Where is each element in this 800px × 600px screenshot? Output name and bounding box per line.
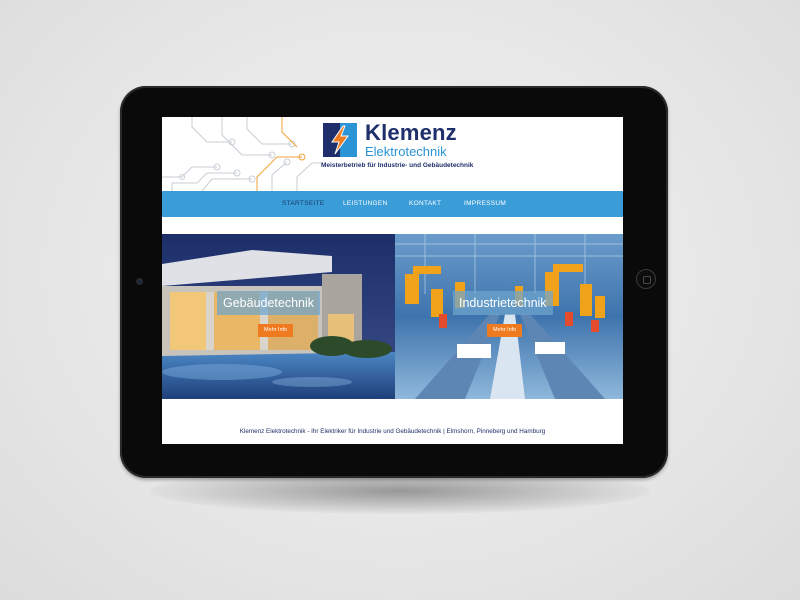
hero-panel-title: Gebäudetechnik <box>217 291 321 315</box>
site-header: Klemenz Elektrotechnik Meisterbetrieb fü… <box>162 117 623 191</box>
circuit-pattern-icon <box>162 117 322 191</box>
home-button-icon[interactable] <box>636 269 656 289</box>
hero-panel-gebaeudetechnik[interactable]: Gebäudetechnik Mehr Info <box>162 234 395 399</box>
hero-panel-industrietechnik[interactable]: Industrietechnik Mehr Info <box>395 234 623 399</box>
modern-house-photo <box>162 234 395 399</box>
robot-assembly-line-photo <box>395 234 623 399</box>
lightning-bolt-icon <box>323 123 357 157</box>
nav-item-kontakt[interactable]: KONTAKT <box>409 191 441 217</box>
brand-logo[interactable]: Klemenz Elektrotechnik Meisterbetrieb fü… <box>321 120 501 182</box>
mehr-info-button[interactable]: Mehr Info <box>258 324 294 337</box>
brand-tagline: Meisterbetrieb für Industrie- und Gebäud… <box>321 162 474 169</box>
footer-text: Klemenz Elektrotechnik - Ihr Elektriker … <box>239 428 546 435</box>
main-navigation: STARTSEITE LEISTUNGEN KONTAKT IMPRESSUM <box>162 191 623 217</box>
brand-subtitle: Elektrotechnik <box>365 144 447 159</box>
brand-name: Klemenz <box>365 120 457 145</box>
nav-item-startseite[interactable]: STARTSEITE <box>282 191 325 217</box>
mehr-info-button[interactable]: Mehr Info <box>487 324 523 337</box>
nav-item-leistungen[interactable]: LEISTUNGEN <box>343 191 388 217</box>
front-camera-icon <box>137 279 142 284</box>
hero-panel-title: Industrietechnik <box>453 291 553 315</box>
nav-item-impressum[interactable]: IMPRESSUM <box>464 191 506 217</box>
hero-section: Gebäudetechnik Mehr Info Industrietechni… <box>162 234 623 399</box>
tablet-screen: Klemenz Elektrotechnik Meisterbetrieb fü… <box>162 117 623 444</box>
